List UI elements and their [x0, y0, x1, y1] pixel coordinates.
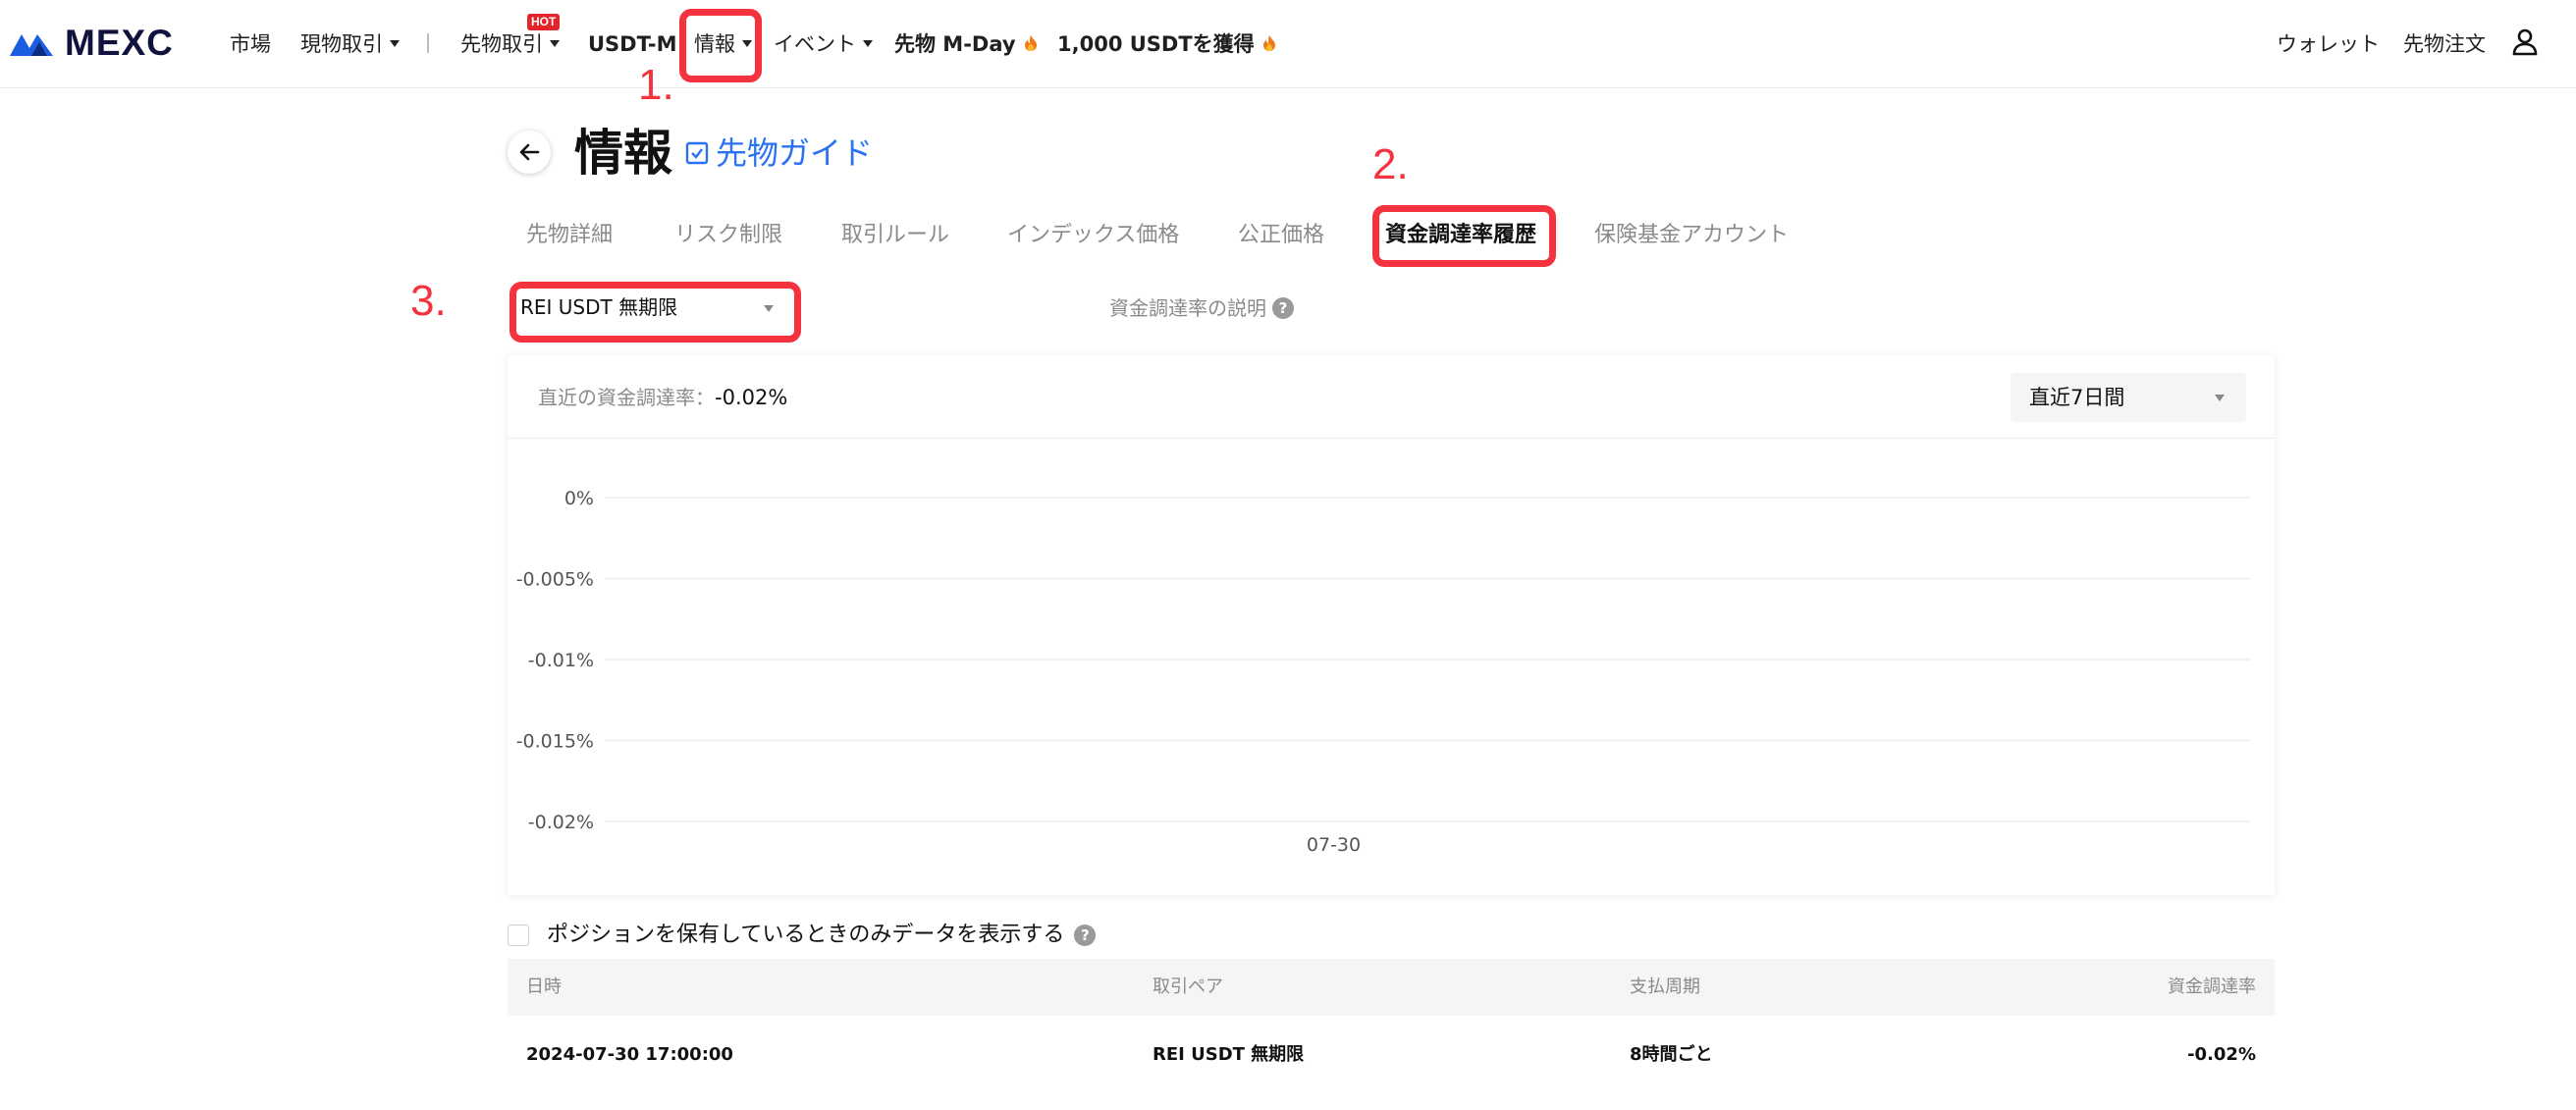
nav-orders-label: 先物注文: [2403, 32, 2486, 56]
tab-insurance-fund[interactable]: 保険基金アカウント: [1594, 219, 1789, 252]
y-tick-label: -0.015%: [516, 731, 594, 753]
help-icon: ?: [1272, 297, 1294, 319]
funding-rate-chart: 0% -0.005% -0.01% -0.015% -0.02% 07-30: [516, 488, 2250, 856]
tab-fair-price[interactable]: 公正価格: [1238, 219, 1324, 252]
nav-futures[interactable]: 先物取引: [460, 27, 560, 61]
fire-icon: [1262, 35, 1275, 51]
chevron-down-icon: [764, 305, 774, 312]
y-tick-label: -0.02%: [528, 812, 594, 833]
nav-spot[interactable]: 現物取引: [300, 27, 400, 61]
nav-market[interactable]: 市場: [230, 27, 271, 61]
nav-wallet[interactable]: ウォレット: [2277, 27, 2380, 61]
brand-name: MEXC: [65, 23, 174, 63]
nav-mday[interactable]: 先物 M-Day: [894, 27, 1038, 61]
nav-events[interactable]: イベント: [774, 27, 873, 61]
column-header-interval: 支払周期: [1630, 977, 1700, 997]
fire-icon: [1024, 35, 1037, 51]
column-header-funding-rate: 資金調達率: [2168, 977, 2256, 997]
position-only-label: ポジションを保有しているときのみデータを表示する: [547, 923, 1065, 947]
mexc-mark-icon: [10, 34, 53, 56]
mexc-logo[interactable]: MEXC: [8, 23, 174, 63]
annotation-label-3: 3.: [410, 277, 447, 325]
nav-futures-label: 先物取引: [460, 32, 543, 56]
table-row: 2024-07-30 17:00:00 REI USDT 無期限 8時間ごと -…: [508, 1033, 2275, 1077]
nav-spot-label: 現物取引: [300, 32, 383, 56]
position-only-filter[interactable]: ポジションを保有しているときのみデータを表示する ?: [508, 921, 1097, 950]
y-tick-label: -0.01%: [528, 650, 594, 671]
nav-events-label: イベント: [774, 32, 856, 56]
chevron-down-icon: [390, 39, 400, 47]
column-header-time: 日時: [526, 977, 562, 997]
user-icon[interactable]: [2511, 27, 2539, 57]
back-button[interactable]: [508, 131, 551, 174]
chevron-down-icon: [550, 39, 560, 47]
tab-funding-rate-history[interactable]: 資金調達率履歴: [1385, 219, 1536, 252]
guide-icon: [685, 141, 709, 165]
position-only-checkbox[interactable]: [508, 925, 529, 946]
chevron-down-icon: [863, 39, 873, 47]
column-header-pair: 取引ペア: [1153, 977, 1223, 997]
cell-funding-rate: -0.02%: [2187, 1044, 2256, 1065]
nav-mday-label: 先物 M-Day: [894, 32, 1016, 56]
nav-usdtm-label: USDT-M: [588, 32, 677, 56]
y-tick-label: 0%: [564, 488, 594, 509]
symbol-select[interactable]: REI USDT 無期限: [520, 290, 785, 325]
annotation-label-1: 1.: [638, 61, 674, 109]
nav-market-label: 市場: [230, 32, 271, 56]
futures-guide-label: 先物ガイド: [716, 134, 874, 172]
tab-contract-details[interactable]: 先物詳細: [526, 219, 613, 252]
y-tick-label: -0.005%: [516, 569, 594, 591]
nav-wallet-label: ウォレット: [2277, 32, 2380, 56]
nav-earn-label: 1,000 USDTを獲得: [1057, 32, 1255, 56]
tab-index-price[interactable]: インデックス価格: [1007, 219, 1179, 252]
nav-futures-orders[interactable]: 先物注文: [2403, 27, 2486, 61]
x-tick-label: 07-30: [1307, 834, 1361, 856]
top-nav: MEXC 市場 現物取引 先物取引 HOT USDT-M 情報 イベント 先物 …: [0, 0, 2576, 88]
funding-rate-chart-card: 直近の資金調達率：-0.02% 直近7日間 0% -0.005% -0.01% -0.…: [508, 355, 2275, 895]
cell-time: 2024-07-30 17:00:00: [526, 1044, 733, 1065]
help-icon[interactable]: ?: [1074, 925, 1097, 946]
symbol-select-value: REI USDT 無期限: [520, 295, 678, 319]
nav-divider: [427, 33, 429, 53]
nav-usdtm[interactable]: USDT-M: [588, 27, 676, 61]
cell-interval: 8時間ごと: [1630, 1044, 1713, 1065]
annotation-box-1: [679, 9, 762, 82]
funding-rate-explanation-label: 資金調達率の説明: [1109, 296, 1266, 320]
annotation-label-2: 2.: [1372, 140, 1409, 188]
futures-guide-link[interactable]: 先物ガイド: [684, 132, 873, 175]
cell-pair: REI USDT 無期限: [1153, 1044, 1305, 1065]
page-title: 情報: [574, 125, 672, 182]
nav-earn[interactable]: 1,000 USDTを獲得: [1057, 27, 1276, 61]
table-header: 日時 取引ペア 支払周期 資金調達率: [508, 959, 2275, 1016]
tab-risk-limits[interactable]: リスク制限: [674, 219, 782, 252]
hot-badge: HOT: [527, 14, 561, 30]
tab-trading-rules[interactable]: 取引ルール: [841, 219, 949, 252]
funding-rate-explanation-link[interactable]: 資金調達率の説明 ?: [1109, 294, 1294, 322]
arrow-left-icon: [519, 143, 540, 161]
